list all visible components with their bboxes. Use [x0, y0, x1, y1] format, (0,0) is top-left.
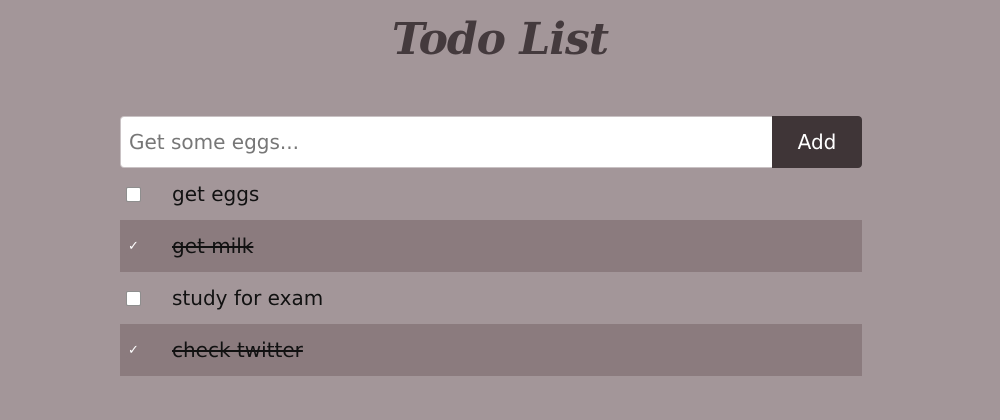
todo-input[interactable]: [120, 116, 772, 168]
checkmark-icon: ✓: [128, 238, 139, 254]
todo-item: study for exam: [120, 272, 862, 324]
add-todo-form: Add: [120, 116, 862, 168]
todo-item: get eggs: [120, 168, 862, 220]
todo-list: get eggs ✓ get milk study for exam ✓ che…: [120, 168, 862, 376]
todo-checkbox[interactable]: ✓: [126, 342, 141, 358]
todo-label: check twitter: [172, 338, 303, 362]
todo-item: ✓ get milk: [120, 220, 862, 272]
checkmark-icon: ✓: [128, 342, 139, 358]
todo-item: ✓ check twitter: [120, 324, 862, 376]
add-button[interactable]: Add: [772, 116, 862, 168]
todo-checkbox[interactable]: [126, 186, 141, 202]
page-title: Todo List: [391, 14, 609, 65]
todo-label: study for exam: [172, 286, 324, 310]
todo-label: get eggs: [172, 182, 260, 206]
todo-checkbox[interactable]: [126, 290, 141, 306]
todo-checkbox[interactable]: ✓: [126, 238, 141, 254]
todo-label: get milk: [172, 234, 254, 258]
